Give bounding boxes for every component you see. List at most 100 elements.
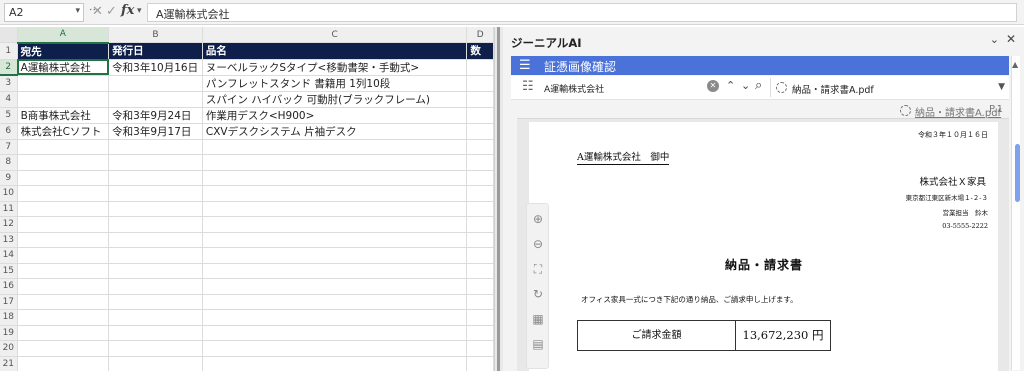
sheet-cell[interactable]: 株式会社Cソフト bbox=[17, 123, 110, 140]
sheet-cell[interactable] bbox=[17, 154, 110, 171]
sheet-cell[interactable] bbox=[108, 91, 203, 108]
sheet-cell[interactable] bbox=[108, 247, 203, 264]
sheet-cell[interactable] bbox=[466, 247, 494, 264]
sheet-cell[interactable]: 宛先 bbox=[17, 42, 110, 60]
row-header[interactable]: 15 bbox=[0, 263, 18, 279]
row-header[interactable]: 12 bbox=[0, 216, 18, 233]
sheet-cell[interactable] bbox=[108, 216, 203, 233]
sheet-cell[interactable]: 品名 bbox=[202, 42, 468, 60]
sheet-cell[interactable] bbox=[202, 325, 468, 341]
document-icon[interactable]: ▤ bbox=[531, 337, 545, 351]
sheet-cell[interactable]: 令和3年9月17日 bbox=[108, 123, 203, 140]
sheet-cell[interactable] bbox=[466, 278, 494, 295]
sheet-cell[interactable] bbox=[108, 154, 203, 171]
sheet-cell[interactable] bbox=[202, 170, 468, 186]
sheet-cell[interactable] bbox=[466, 59, 494, 76]
sheet-cell[interactable] bbox=[466, 263, 494, 279]
zoom-out-icon[interactable]: ⊖ bbox=[531, 237, 545, 251]
sheet-cell[interactable] bbox=[202, 201, 468, 217]
sheet-cell[interactable] bbox=[466, 216, 494, 233]
sheet-cell[interactable] bbox=[466, 75, 494, 92]
sheet-cell[interactable] bbox=[466, 325, 494, 341]
enter-icon[interactable]: ✓ bbox=[106, 4, 117, 19]
table-icon[interactable]: ▦ bbox=[531, 312, 545, 326]
sheet-cell[interactable] bbox=[108, 75, 203, 92]
sheet-cell[interactable]: 作業用デスク<H900> bbox=[202, 107, 468, 124]
sheet-cell[interactable] bbox=[466, 294, 494, 310]
sheet-cell[interactable] bbox=[17, 278, 110, 295]
sheet-cell[interactable] bbox=[466, 309, 494, 326]
sheet-cell[interactable] bbox=[108, 201, 203, 217]
sheet-cell[interactable] bbox=[202, 294, 468, 310]
sheet-cell[interactable] bbox=[17, 294, 110, 310]
sheet-cell[interactable] bbox=[466, 340, 494, 357]
row-header[interactable]: 13 bbox=[0, 232, 18, 248]
sheet-cell[interactable]: 発行日 bbox=[108, 42, 203, 60]
row-header[interactable]: 11 bbox=[0, 201, 18, 217]
formula-input[interactable]: A運輸株式会社 bbox=[147, 3, 1017, 22]
row-header[interactable]: 16 bbox=[0, 278, 18, 295]
sheet-cell[interactable] bbox=[202, 309, 468, 326]
row-header[interactable]: 10 bbox=[0, 185, 18, 202]
sheet-cell[interactable]: B商事株式会社 bbox=[17, 107, 110, 124]
sheet-cell[interactable] bbox=[17, 340, 110, 357]
file-select[interactable]: 納品・請求書A.pdf ▼ bbox=[770, 78, 1007, 97]
clear-icon[interactable]: ✕ bbox=[707, 80, 719, 92]
column-header-b[interactable]: B bbox=[108, 27, 203, 43]
search-icon[interactable]: ⌕ bbox=[755, 78, 762, 93]
row-header[interactable]: 19 bbox=[0, 325, 18, 341]
sheet-cell[interactable]: 数 bbox=[466, 42, 494, 60]
sheet-cell[interactable] bbox=[17, 309, 110, 326]
row-header[interactable]: 4 bbox=[0, 91, 18, 108]
pane-splitter[interactable] bbox=[494, 27, 503, 371]
cancel-icon[interactable]: ✕ bbox=[92, 4, 103, 19]
row-header[interactable]: 3 bbox=[0, 75, 18, 92]
select-all-corner[interactable] bbox=[0, 27, 18, 43]
sheet-cell[interactable] bbox=[17, 91, 110, 108]
sheet-cell[interactable] bbox=[466, 107, 494, 124]
sheet-cell[interactable]: 令和3年10月16日 bbox=[108, 59, 203, 76]
sheet-cell[interactable] bbox=[202, 232, 468, 248]
scroll-up-icon[interactable]: ▲ bbox=[1012, 60, 1018, 69]
column-header-a[interactable]: A bbox=[17, 27, 110, 44]
menu-icon[interactable]: ☰ bbox=[519, 58, 531, 73]
sheet-cell[interactable] bbox=[17, 325, 110, 341]
row-header[interactable]: 21 bbox=[0, 356, 18, 371]
row-header[interactable]: 18 bbox=[0, 309, 18, 326]
row-header[interactable]: 7 bbox=[0, 139, 18, 155]
sheet-cell[interactable]: 令和3年9月24日 bbox=[108, 107, 203, 124]
sheet-cell[interactable] bbox=[466, 139, 494, 155]
sheet-cell[interactable] bbox=[17, 75, 110, 92]
sheet-cell[interactable] bbox=[17, 185, 110, 202]
sheet-cell[interactable] bbox=[108, 309, 203, 326]
sheet-cell[interactable] bbox=[466, 123, 494, 140]
chevron-down-icon[interactable]: ▾ bbox=[75, 6, 80, 16]
scroll-thumb[interactable] bbox=[1015, 144, 1020, 202]
sheet-cell[interactable] bbox=[202, 340, 468, 357]
sheet-cell[interactable] bbox=[108, 170, 203, 186]
sheet-cell[interactable] bbox=[17, 263, 110, 279]
sheet-cell[interactable] bbox=[17, 216, 110, 233]
sheet-cell[interactable] bbox=[202, 356, 468, 371]
sheet-cell[interactable] bbox=[17, 356, 110, 371]
sheet-cell[interactable] bbox=[202, 263, 468, 279]
sheet-cell[interactable] bbox=[108, 325, 203, 341]
row-header[interactable]: 14 bbox=[0, 247, 18, 264]
sheet-cell[interactable]: A運輸株式会社 bbox=[17, 59, 110, 76]
sheet-cell[interactable] bbox=[202, 154, 468, 171]
sheet-cell[interactable] bbox=[202, 139, 468, 155]
sheet-cell[interactable]: CXVデスクシステム 片袖デスク bbox=[202, 123, 468, 140]
sheet-cell[interactable]: スパイン ハイバック 可動肘(ブラックフレーム) bbox=[202, 91, 468, 108]
sheet-cell[interactable] bbox=[108, 294, 203, 310]
search-input[interactable]: A運輸株式会社 bbox=[544, 82, 604, 95]
sheet-cell[interactable] bbox=[108, 263, 203, 279]
column-header-c[interactable]: C bbox=[202, 27, 468, 43]
sheet-cell[interactable] bbox=[466, 356, 494, 371]
row-header[interactable]: 9 bbox=[0, 170, 18, 186]
rotate-icon[interactable]: ↻ bbox=[531, 287, 545, 301]
sheet-cell[interactable] bbox=[466, 154, 494, 171]
sheet-cell[interactable] bbox=[17, 247, 110, 264]
column-header-d[interactable]: D bbox=[466, 27, 494, 43]
sheet-cell[interactable] bbox=[466, 201, 494, 217]
document-viewer[interactable]: 令和３年１０月１６日 A運輸株式会社 御中 株式会社Ｘ家具 東京都江東区新木場１… bbox=[517, 118, 1009, 371]
